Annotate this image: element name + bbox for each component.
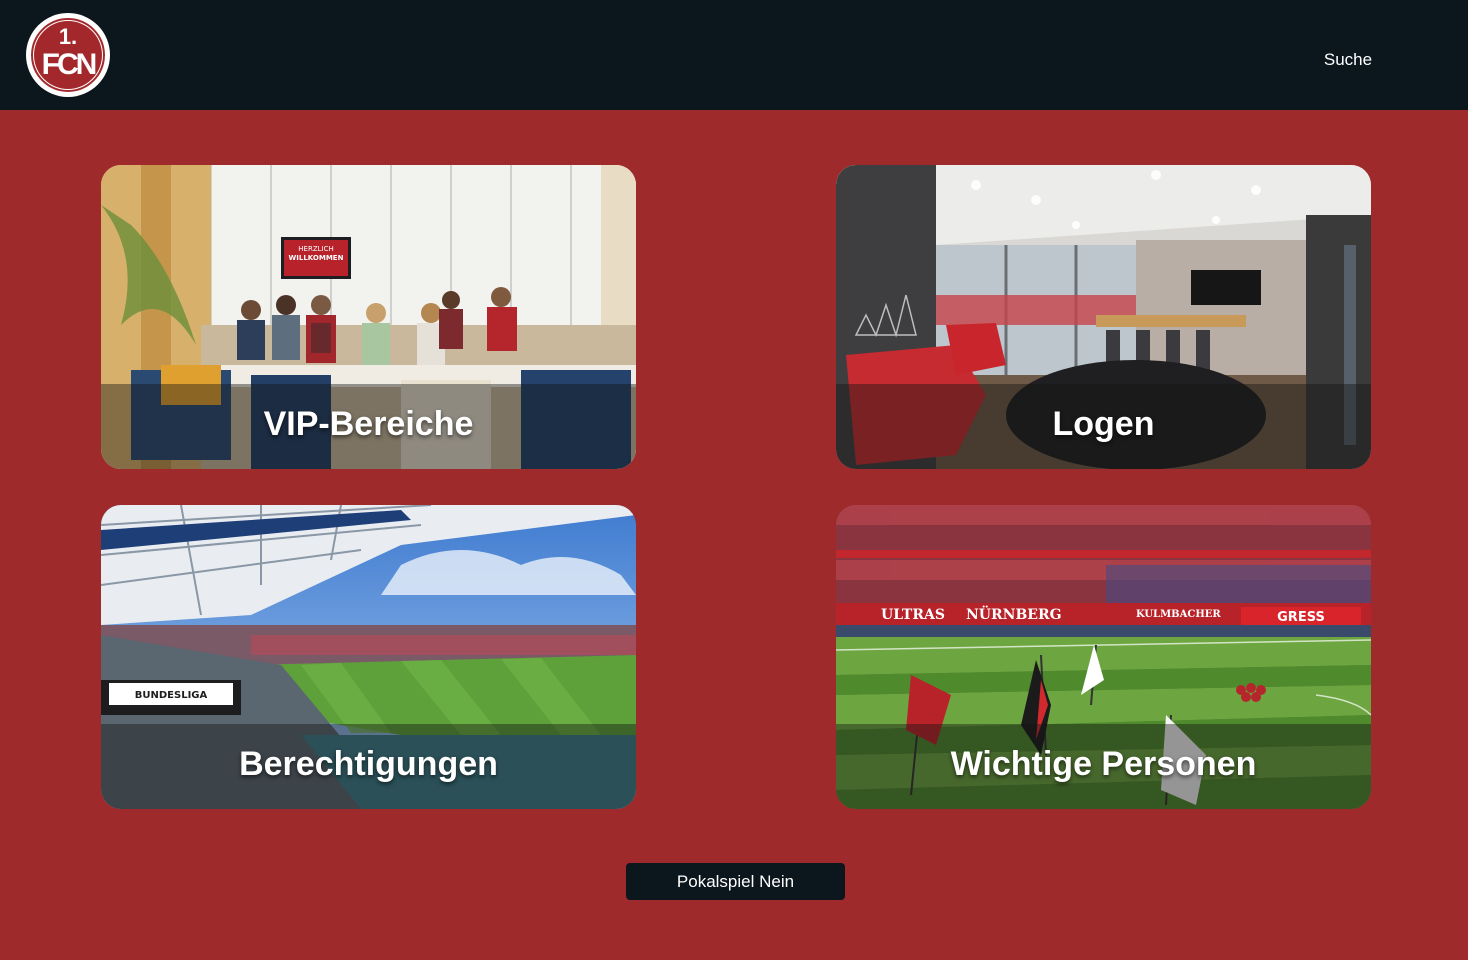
logo-letters: FCN <box>41 48 98 81</box>
card-title: Wichtige Personen <box>950 745 1257 783</box>
card-title: Logen <box>1052 405 1155 443</box>
pokalspiel-toggle-button[interactable]: Pokalspiel Nein <box>626 863 845 900</box>
logo-emblem: 1. FCN <box>29 16 107 94</box>
banner-gress: GRESS <box>1277 610 1325 625</box>
club-logo[interactable]: 1. FCN <box>26 13 110 97</box>
search-link[interactable]: Suche <box>1310 48 1386 72</box>
welcome-sign-line2: WILLKOMMEN <box>289 254 344 262</box>
banner-ultras: ULTRAS <box>881 607 945 623</box>
bundesliga-sign: BUNDESLIGA <box>135 690 208 701</box>
card-berechtigungen[interactable]: BUNDESLIGA Berechtigungen <box>101 505 636 809</box>
card-vip-bereiche[interactable]: HERZLICH WILLKOMMEN VIP-Bereiche <box>101 165 636 469</box>
card-title: VIP-Bereiche <box>263 405 474 443</box>
banner-nuernberg: NÜRNBERG <box>966 604 1062 623</box>
banner-kulmbacher: KULMBACHER <box>1136 609 1221 620</box>
card-logen[interactable]: Logen <box>836 165 1371 469</box>
top-navigation-bar: 1. FCN Suche <box>0 0 1468 110</box>
welcome-sign-line1: HERZLICH <box>298 245 333 253</box>
logo-number: 1. <box>58 24 78 49</box>
card-wichtige-personen[interactable]: ULTRAS NÜRNBERG KULMBACHER GRESS Wichtig… <box>836 505 1371 809</box>
card-title: Berechtigungen <box>239 745 498 783</box>
